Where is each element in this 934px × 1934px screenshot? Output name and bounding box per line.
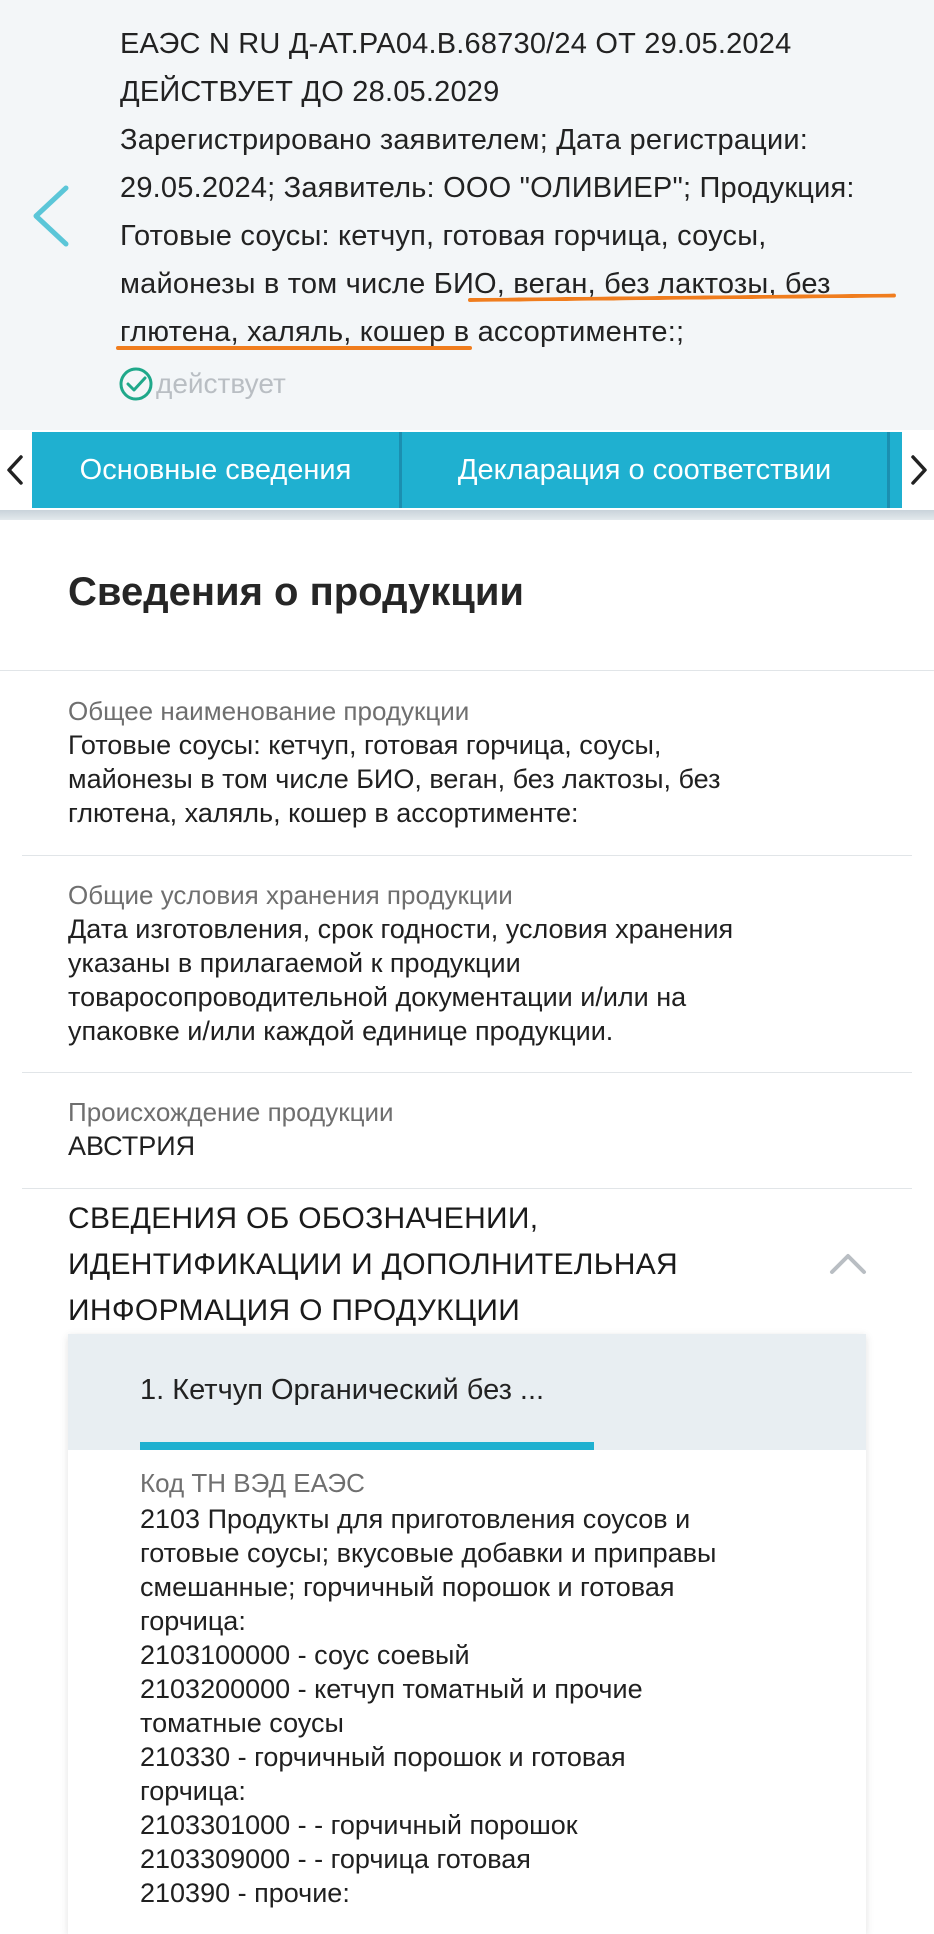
section-header-line: ИНФОРМАЦИЯ О ПРОДУКЦИИ	[68, 1294, 521, 1327]
identification-section-header[interactable]: СВЕДЕНИЯ ОБ ОБОЗНАЧЕНИИ, ИДЕНТИФИКАЦИИ И…	[68, 1196, 768, 1334]
certificate-number: ЕАЭС N RU Д-AT.PA04.B.68730/24 ОТ 29.05.…	[120, 28, 792, 60]
status-text: действует	[156, 368, 286, 399]
section-title: Сведения о продукции	[68, 570, 524, 614]
value-line: готовые соусы; вкусовые добавки и припра…	[140, 1538, 717, 1568]
active-indicator	[140, 1442, 594, 1450]
value-line: Дата изготовления, срок годности, услови…	[68, 914, 734, 944]
tabs-bar: Основные сведения Декларация о соответст…	[0, 430, 934, 510]
field-product-name: Общее наименование продукции Готовые соу…	[68, 694, 888, 830]
divider	[22, 855, 912, 856]
field-label: Код ТН ВЭД ЕАЭС	[140, 1468, 365, 1498]
section-header-line: ИДЕНТИФИКАЦИИ И ДОПОЛНИТЕЛЬНАЯ	[68, 1248, 679, 1281]
value-line: 2103 Продукты для приготовления соусов и	[140, 1504, 691, 1534]
value-line: майонезы в том числе БИО, веган, без лак…	[68, 764, 721, 794]
chevron-right-icon	[911, 455, 927, 485]
divider	[22, 1072, 912, 1073]
summary-line: Зарегистрировано заявителем; Дата регист…	[120, 124, 809, 156]
summary-line: Готовые соусы: кетчуп, готовая горчица, …	[120, 220, 767, 252]
field-value: 2103 Продукты для приготовления соусов и…	[140, 1502, 840, 1910]
certificate-summary: ЕАЭС N RU Д-AT.PA04.B.68730/24 ОТ 29.05.…	[120, 20, 920, 356]
product-item-body: Код ТН ВЭД ЕАЭС 2103 Продукты для пригот…	[140, 1466, 840, 1910]
tabs-shadow	[0, 510, 934, 520]
highlight-underline	[116, 346, 472, 350]
product-item-card: 1. Кетчуп Органический без ... Код ТН ВЭ…	[68, 1334, 866, 1934]
divider	[22, 1188, 912, 1189]
field-value: АВСТРИЯ	[68, 1129, 888, 1163]
value-line: 210390 - прочие:	[140, 1878, 350, 1908]
value-line: указаны в прилагаемой к продукции	[68, 948, 521, 978]
tab-label: Декларация о соответствии	[457, 453, 832, 486]
product-item-title: 1. Кетчуп Органический без ...	[140, 1374, 545, 1406]
value-line: Готовые соусы: кетчуп, готовая горчица, …	[68, 730, 662, 760]
tab-next-partial[interactable]	[890, 432, 902, 508]
field-value: Дата изготовления, срок годности, услови…	[68, 912, 888, 1048]
check-circle-icon	[119, 367, 153, 401]
chevron-up-icon[interactable]	[826, 1248, 870, 1278]
value-line: 2103309000 - - горчица готовая	[140, 1844, 531, 1874]
section-header-line: СВЕДЕНИЯ ОБ ОБОЗНАЧЕНИИ,	[68, 1202, 539, 1235]
chevron-left-icon	[7, 455, 23, 485]
certificate-header: ЕАЭС N RU Д-AT.PA04.B.68730/24 ОТ 29.05.…	[0, 0, 934, 430]
back-chevron-icon[interactable]	[24, 176, 80, 256]
field-label: Происхождение продукции	[68, 1097, 394, 1127]
tabs-scroll-left[interactable]	[0, 430, 30, 510]
value-line: 210330 - горчичный порошок и готовая	[140, 1742, 626, 1772]
divider	[0, 670, 934, 671]
tabs-scroll-right[interactable]	[904, 430, 934, 510]
value-line: смешанные; горчичный порошок и готовая	[140, 1572, 675, 1602]
field-value: Готовые соусы: кетчуп, готовая горчица, …	[68, 728, 888, 830]
certificate-valid-until: ДЕЙСТВУЕТ ДО 28.05.2029	[120, 76, 500, 108]
value-line: товаросопроводительной документации и/ил…	[68, 982, 687, 1012]
tab-label: Основные сведения	[79, 453, 352, 486]
field-origin: Происхождение продукции АВСТРИЯ	[68, 1095, 888, 1163]
summary-line: 29.05.2024; Заявитель: ООО "ОЛИВИЕР"; Пр…	[120, 172, 855, 204]
value-line: 2103301000 - - горчичный порошок	[140, 1810, 578, 1840]
value-line: горчица:	[140, 1606, 246, 1636]
value-line: упаковке и/или каждой единице продукции.	[68, 1016, 614, 1046]
value-line: томатные соусы	[140, 1708, 344, 1738]
product-item-header[interactable]: 1. Кетчуп Органический без ...	[68, 1334, 866, 1450]
value-line: 2103100000 - соус соевый	[140, 1640, 470, 1670]
tab-main-info[interactable]: Основные сведения	[32, 432, 402, 508]
field-label: Общие условия хранения продукции	[68, 880, 513, 910]
field-label: Общее наименование продукции	[68, 696, 470, 726]
tab-declaration[interactable]: Декларация о соответствии	[402, 432, 890, 508]
value-line: глютена, халяль, кошер в ассортименте:	[68, 798, 579, 828]
status-row: действует	[118, 362, 286, 406]
value-line: горчица:	[140, 1776, 246, 1806]
field-storage-conditions: Общие условия хранения продукции Дата из…	[68, 878, 888, 1048]
value-line: 2103200000 - кетчуп томатный и прочие	[140, 1674, 643, 1704]
value-line: АВСТРИЯ	[68, 1131, 196, 1161]
